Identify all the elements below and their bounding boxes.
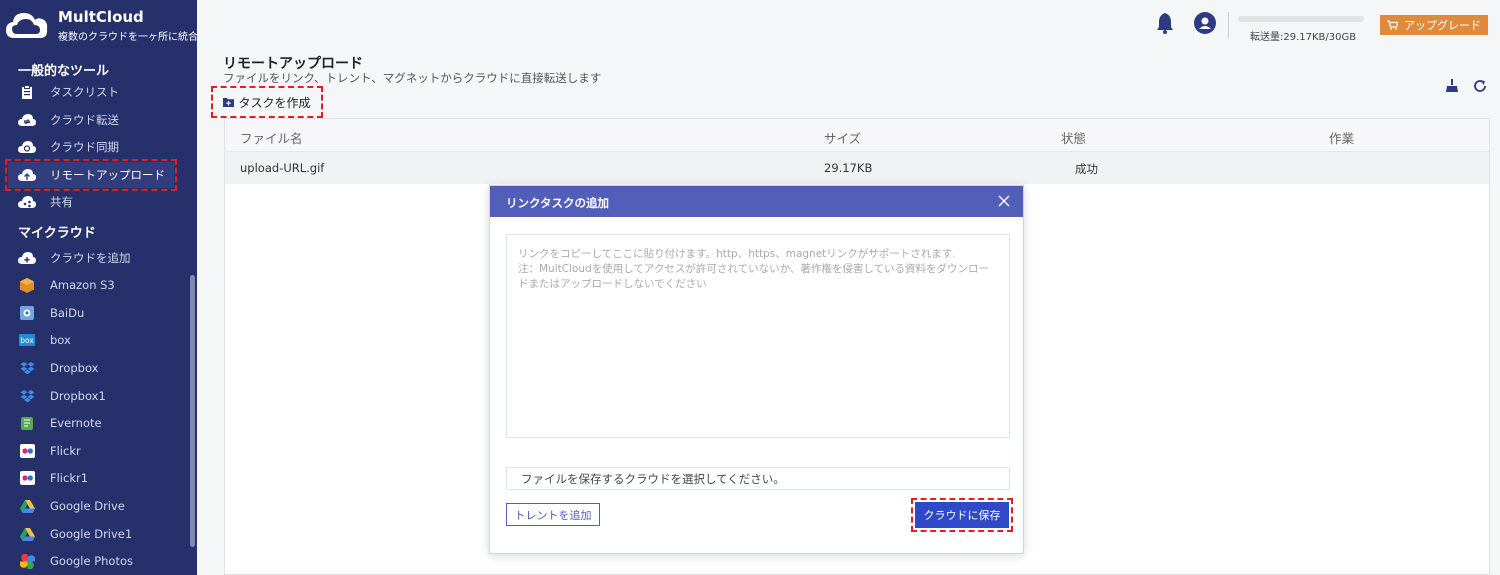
sidebar-item-label: タスクリスト [50, 85, 119, 99]
clear-icon[interactable] [1444, 78, 1460, 94]
user-icon [1199, 17, 1211, 29]
page-subtitle: ファイルをリンク、トレント、マグネットからクラウドに直接転送します [223, 71, 602, 85]
sidebar-item-cloud-sync[interactable]: クラウド同期 [8, 134, 174, 160]
refresh-icon[interactable] [1472, 78, 1488, 94]
sidebar-item-label: クラウド同期 [50, 140, 119, 154]
evernote-icon [18, 415, 36, 431]
cell-size: 29.17KB [824, 161, 873, 175]
sidebar-item-flickr[interactable]: Flickr [8, 438, 174, 464]
sidebar-item-box[interactable]: box box [8, 327, 174, 353]
divider [1228, 12, 1229, 38]
table-row[interactable]: upload-URL.gif 29.17KB 成功 [225, 152, 1489, 184]
cloud-share-icon [18, 194, 36, 210]
sidebar-item-label: クラウド転送 [50, 113, 119, 127]
upgrade-label: アップグレード [1404, 20, 1481, 32]
sidebar-item-label: クラウドを追加 [50, 251, 131, 265]
close-icon[interactable] [997, 194, 1011, 208]
cloud-transfer-icon [18, 112, 36, 128]
sidebar-item-label: Google Drive1 [50, 527, 133, 541]
sidebar-item-label: box [50, 333, 71, 347]
google-drive-icon [18, 498, 36, 514]
link-input[interactable] [506, 234, 1010, 438]
sidebar-item-label: Flickr [50, 444, 81, 458]
add-torrent-button[interactable]: トレントを追加 [506, 503, 600, 526]
sidebar-item-share[interactable]: 共有 [8, 189, 174, 215]
tools-section-title: 一般的なツール [18, 64, 110, 79]
amazon-s3-icon [18, 277, 36, 293]
sidebar-item-label: Amazon S3 [50, 278, 115, 292]
flickr-icon [18, 443, 36, 459]
dropbox-icon [18, 360, 36, 376]
flickr-icon [18, 470, 36, 486]
cell-status: 成功 [1075, 162, 1098, 176]
sidebar-item-remote-upload[interactable]: リモートアップロード [5, 159, 177, 191]
sidebar-item-label: 共有 [50, 195, 73, 209]
google-drive-icon [18, 526, 36, 542]
google-photos-icon [18, 553, 36, 569]
sidebar-item-label: Evernote [50, 416, 102, 430]
box-icon: box [18, 332, 36, 348]
multcloud-logo-icon [6, 13, 48, 38]
sidebar-item-label: リモートアップロード [50, 168, 165, 182]
upgrade-button[interactable]: アップグレード [1380, 15, 1488, 35]
dialog-header: リンクタスクの追加 [490, 186, 1023, 217]
create-task-label: タスクを作成 [238, 95, 311, 110]
svg-text:box: box [20, 336, 34, 345]
target-cloud-selector[interactable]: ファイルを保存するクラウドを選択してください。 [506, 467, 1010, 490]
app-tagline: 複数のクラウドを一ヶ所に統合 [58, 32, 197, 43]
bell-icon[interactable] [1155, 12, 1175, 34]
sidebar-item-label: Flickr1 [50, 471, 89, 485]
sidebar-item-flickr1[interactable]: Flickr1 [8, 465, 174, 491]
clipboard-icon [18, 84, 36, 100]
sidebar: MultCloud 複数のクラウドを一ヶ所に統合 一般的なツール タスクリスト … [0, 0, 197, 575]
sidebar-item-google-drive1[interactable]: Google Drive1 [8, 521, 174, 547]
user-avatar[interactable] [1194, 12, 1216, 34]
sidebar-item-label: Dropbox1 [50, 389, 106, 403]
cloud-sync-icon [18, 139, 36, 155]
create-task-button[interactable]: タスクを作成 [211, 86, 323, 118]
sidebar-item-amazon-s3[interactable]: Amazon S3 [8, 272, 174, 298]
sidebar-item-label: BaiDu [50, 306, 85, 320]
sidebar-item-google-photos[interactable]: Google Photos [8, 548, 174, 574]
dropbox-icon [18, 388, 36, 404]
column-header-status: 状態 [1061, 131, 1087, 146]
add-link-task-dialog: リンクタスクの追加 ファイルを保存するクラウドを選択してください。 トレントを追… [489, 185, 1024, 554]
save-to-cloud-button[interactable]: クラウドに保存 [911, 498, 1013, 532]
transfer-usage-text: 転送量:29.17KB/30GB [1250, 32, 1357, 43]
column-header-size: サイズ [824, 131, 862, 146]
sidebar-item-label: Google Drive [50, 499, 125, 513]
sidebar-item-dropbox1[interactable]: Dropbox1 [8, 383, 174, 409]
top-bar: 転送量:29.17KB/30GB アップグレード [197, 0, 1500, 50]
cart-icon [1387, 20, 1398, 30]
sidebar-item-baidu[interactable]: BaiDu [8, 300, 174, 326]
sidebar-item-label: Google Photos [50, 554, 134, 568]
sidebar-item-add-cloud[interactable]: クラウドを追加 [8, 245, 174, 271]
sidebar-item-google-drive[interactable]: Google Drive [8, 493, 174, 519]
app-name: MultCloud [58, 8, 144, 26]
table-header: ファイル名 サイズ 状態 作業 [225, 119, 1489, 152]
column-header-action: 作業 [1329, 131, 1355, 146]
cell-filename: upload-URL.gif [240, 161, 325, 175]
sidebar-item-cloud-transfer[interactable]: クラウド転送 [8, 107, 174, 133]
dialog-title: リンクタスクの追加 [506, 196, 610, 210]
sidebar-item-task-list[interactable]: タスクリスト [8, 79, 174, 105]
my-clouds-section-title: マイクラウド [18, 226, 96, 241]
baidu-icon [18, 305, 36, 321]
cloud-add-icon [18, 250, 36, 266]
cloud-upload-icon [18, 167, 36, 183]
column-header-filename: ファイル名 [240, 131, 303, 146]
transfer-usage-bar [1238, 16, 1364, 22]
sidebar-item-evernote[interactable]: Evernote [8, 410, 174, 436]
folder-add-icon [223, 98, 235, 107]
sidebar-item-dropbox[interactable]: Dropbox [8, 355, 174, 381]
sidebar-scrollbar[interactable] [190, 275, 195, 547]
sidebar-item-label: Dropbox [50, 361, 99, 375]
